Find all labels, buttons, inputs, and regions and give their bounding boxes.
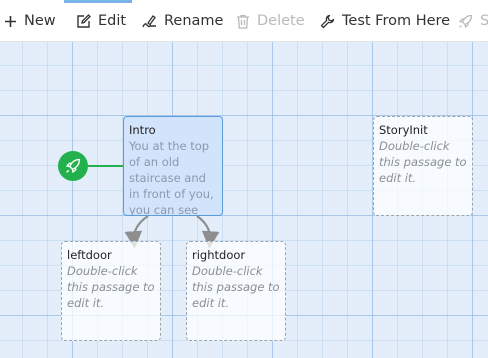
edit-button[interactable]: Edit xyxy=(76,0,126,42)
trash-icon xyxy=(237,14,249,29)
passage-excerpt: Double-click this passage to edit it. xyxy=(67,264,155,310)
rename-button-label: Rename xyxy=(164,13,224,29)
edit-button-label: Edit xyxy=(98,13,127,29)
test-from-here-button-label: Test From Here xyxy=(342,13,451,29)
delete-button[interactable]: Delete xyxy=(236,0,305,42)
rename-button[interactable]: Rename xyxy=(142,0,223,42)
story-map-canvas[interactable]: Intro You at the top of an old staircase… xyxy=(0,42,488,358)
start-passage-badge xyxy=(58,151,88,181)
start-connector xyxy=(88,165,124,167)
new-button-label: New xyxy=(24,13,56,29)
rename-icon xyxy=(142,14,156,27)
passage-card-intro[interactable]: Intro You at the top of an old staircase… xyxy=(123,116,223,216)
wrench-icon xyxy=(320,14,335,28)
passage-card-rightdoor[interactable]: rightdoor Double-click this passage to e… xyxy=(186,241,286,341)
passage-card-storyinit[interactable]: StoryInit Double-click this passage to e… xyxy=(373,116,473,216)
passage-excerpt: Double-click this passage to edit it. xyxy=(379,139,467,185)
edit-icon xyxy=(77,13,91,28)
test-from-here-button[interactable]: Test From Here xyxy=(320,0,450,42)
link-arrow-leftdoor xyxy=(124,215,149,249)
rocket-icon xyxy=(458,14,473,28)
link-arrow-rightdoor xyxy=(196,215,220,249)
passage-excerpt: Double-click this passage to edit it. xyxy=(192,264,280,310)
rocket-icon xyxy=(65,158,81,174)
passage-excerpt: You at the top of an old staircase and i… xyxy=(129,139,214,216)
plus-icon xyxy=(5,15,16,27)
start-story-here-button[interactable]: S xyxy=(458,0,488,42)
story-toolbar: New Edit Rename Delete Test From Here S xyxy=(0,0,488,42)
passage-title: StoryInit xyxy=(379,123,428,137)
delete-button-label: Delete xyxy=(257,13,305,29)
start-story-here-button-label: S xyxy=(480,13,488,29)
new-button[interactable]: New xyxy=(4,0,56,42)
passage-title: Intro xyxy=(129,123,156,137)
passage-title: rightdoor xyxy=(192,248,246,262)
passage-card-leftdoor[interactable]: leftdoor Double-click this passage to ed… xyxy=(61,241,161,341)
passage-title: leftdoor xyxy=(67,248,112,262)
